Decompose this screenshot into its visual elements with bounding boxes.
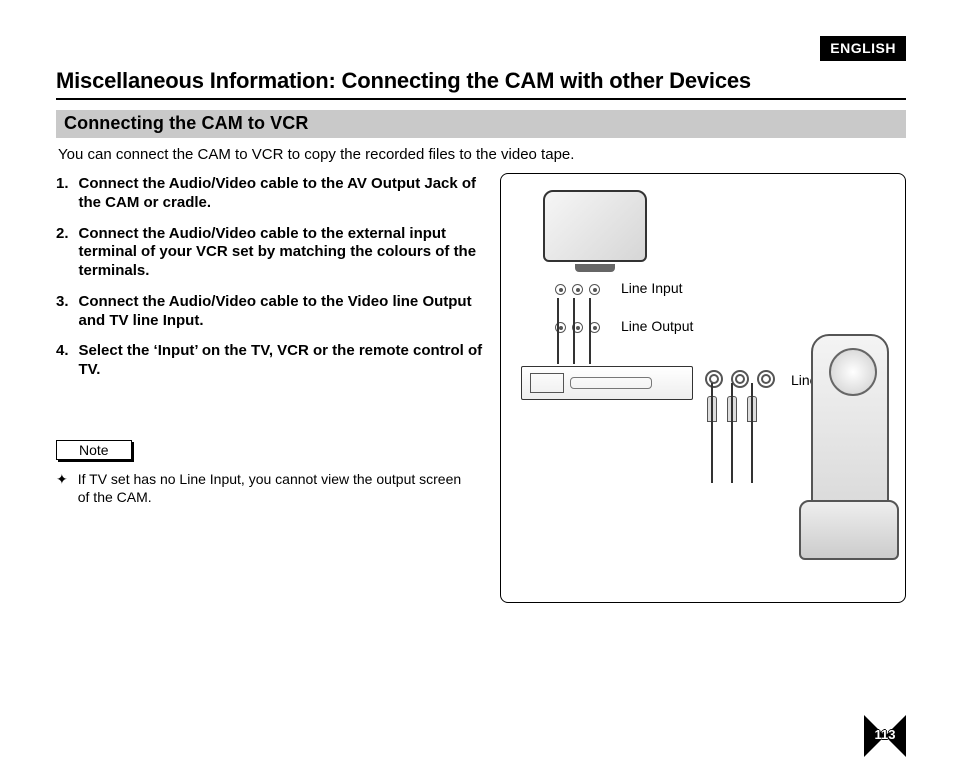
tv-icon [543, 190, 647, 272]
step-item: 3.Connect the Audio/Video cable to the V… [56, 293, 486, 331]
page-number-ornament: 113 [864, 715, 906, 757]
note-text: If TV set has no Line Input, you cannot … [78, 470, 466, 506]
steps-list: 1.Connect the Audio/Video cable to the A… [56, 175, 486, 380]
content-row: 1.Connect the Audio/Video cable to the A… [56, 175, 906, 603]
step-text: Select the ‘Input’ on the TV, VCR or the… [79, 342, 486, 380]
section-subheading: Connecting the CAM to VCR [56, 110, 906, 138]
page-title: Miscellaneous Information: Connecting th… [56, 68, 906, 94]
cable-line-icon [557, 298, 559, 364]
tv-line-input-label: Line Input [621, 280, 683, 296]
tv-line-input-jacks-icon [555, 284, 600, 295]
cradle-icon [799, 500, 899, 560]
step-item: 4.Select the ‘Input’ on the TV, VCR or t… [56, 342, 486, 380]
tv-line-output-jacks-icon [555, 322, 600, 333]
vcr-icon [521, 366, 693, 400]
tv-line-output-label: Line Output [621, 318, 693, 334]
language-badge: ENGLISH [820, 36, 906, 61]
vcr-line-input-jacks-icon [705, 370, 775, 388]
left-column: 1.Connect the Audio/Video cable to the A… [56, 175, 486, 506]
connection-diagram: Line Input Line Output Line Input [500, 173, 906, 603]
step-text: Connect the Audio/Video cable to the AV … [79, 175, 486, 213]
cable-line-icon [589, 298, 591, 364]
title-rule [56, 98, 906, 100]
note-bullet-icon: ✦ [56, 470, 68, 506]
step-item: 2.Connect the Audio/Video cable to the e… [56, 225, 486, 281]
manual-page: ENGLISH Miscellaneous Information: Conne… [0, 0, 954, 779]
step-item: 1.Connect the Audio/Video cable to the A… [56, 175, 486, 213]
note-item: ✦ If TV set has no Line Input, you canno… [56, 470, 466, 506]
step-text: Connect the Audio/Video cable to the ext… [79, 225, 486, 281]
cable-line-icon [573, 298, 575, 364]
av-cable-plugs-icon [707, 396, 757, 422]
intro-text: You can connect the CAM to VCR to copy t… [58, 146, 904, 163]
camcorder-icon [811, 334, 889, 524]
note-label-box: Note [56, 440, 132, 460]
step-text: Connect the Audio/Video cable to the Vid… [79, 293, 486, 331]
page-number: 113 [864, 727, 906, 742]
